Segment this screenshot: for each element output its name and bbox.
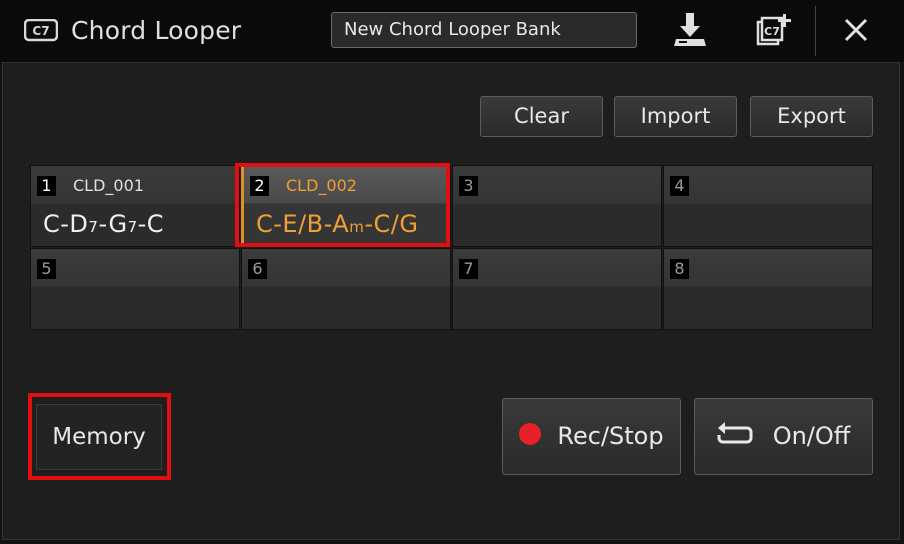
new-chord-bank-icon[interactable]: C7 [752,10,792,50]
cell-number: 4 [670,176,689,196]
import-button[interactable]: Import [614,96,737,137]
pattern-cell-6[interactable]: 6 [241,248,451,330]
rec-stop-label: Rec/Stop [557,422,664,450]
cell-chords: C-E/B-Am-C/G [256,210,419,238]
record-icon [519,423,542,445]
cell-number: 5 [37,259,56,279]
clear-button[interactable]: Clear [480,96,603,137]
export-button[interactable]: Export [750,96,873,137]
on-off-button[interactable]: On/Off [694,398,873,475]
cell-chords: C-D7-G7-C [43,210,165,238]
pattern-cell-4[interactable]: 4 [663,165,873,247]
pattern-cell-8[interactable]: 8 [663,248,873,330]
app-title: Chord Looper [71,16,242,45]
save-download-icon[interactable] [670,10,710,50]
memory-button[interactable]: Memory [36,404,162,470]
cell-number: 6 [248,259,267,279]
pattern-cell-7[interactable]: 7 [452,248,662,330]
cell-name: CLD_002 [286,176,357,195]
chord-pattern-grid: 1 CLD_001 C-D7-G7-C 2 CLD_002 C-E/B-Am-C… [30,165,873,330]
cell-number: 1 [37,176,56,196]
loop-icon [717,422,753,444]
pattern-cell-5[interactable]: 5 [30,248,240,330]
cell-number: 2 [250,176,269,196]
pattern-cell-2[interactable]: 2 CLD_002 C-E/B-Am-C/G [241,165,451,247]
c7-chord-icon: C7 [24,19,58,42]
pattern-cell-1[interactable]: 1 CLD_001 C-D7-G7-C [30,165,240,247]
rec-stop-button[interactable]: Rec/Stop [502,398,681,475]
close-icon[interactable] [836,10,876,50]
cell-number: 8 [670,259,689,279]
svg-text:C7: C7 [764,25,780,38]
cell-number: 3 [459,176,478,196]
cell-number: 7 [459,259,478,279]
bank-name-field[interactable]: New Chord Looper Bank [331,12,637,48]
svg-text:C7: C7 [32,24,49,38]
title-bar: C7 Chord Looper New Chord Looper Bank C7 [0,0,904,62]
on-off-label: On/Off [772,422,851,450]
cell-name: CLD_001 [73,176,144,195]
divider [815,6,816,56]
pattern-cell-3[interactable]: 3 [452,165,662,247]
